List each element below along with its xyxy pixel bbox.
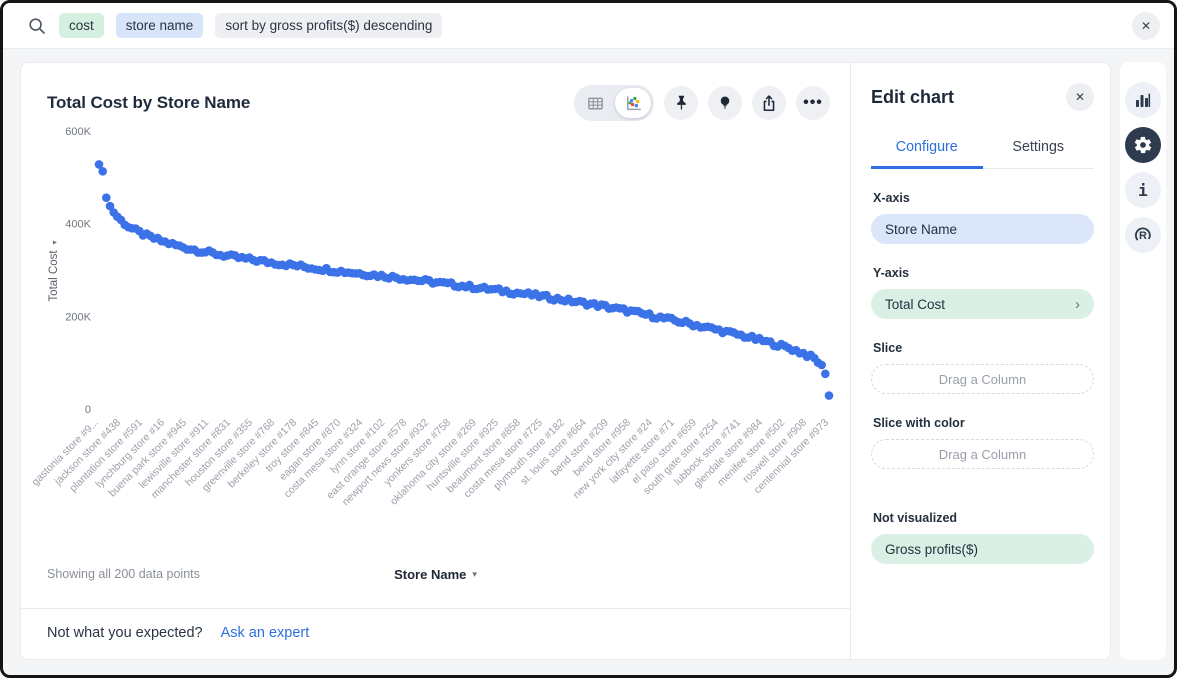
share-icon: [759, 93, 779, 113]
y-axis-title[interactable]: Total Cost▾: [48, 240, 60, 301]
info-icon: i: [1138, 181, 1148, 200]
x-axis-selector[interactable]: Store Name ▾: [394, 567, 477, 582]
field-label: Slice: [873, 341, 1094, 355]
chart-toolbar: •••: [574, 85, 830, 121]
search-icon: [27, 16, 47, 36]
chevron-down-icon: ▾: [472, 569, 477, 580]
pin-button[interactable]: [664, 86, 698, 120]
feedback-strip: Not what you expected? Ask an expert: [21, 608, 850, 659]
gear-icon: [1133, 135, 1153, 155]
data-point[interactable]: [102, 193, 111, 202]
search-clear-button[interactable]: ✕: [1132, 12, 1160, 40]
tab-configure[interactable]: Configure: [871, 129, 983, 169]
pin-icon: [671, 93, 691, 113]
panel-title: Edit chart: [871, 87, 954, 108]
share-button[interactable]: [752, 86, 786, 120]
scatter-plot-canvas[interactable]: 0200K400K600KTotal Cost▾gastonia store #…: [21, 121, 851, 561]
table-view-button[interactable]: [577, 88, 613, 118]
data-point[interactable]: [98, 167, 107, 176]
settings-rail-button[interactable]: [1125, 127, 1161, 163]
right-icon-rail: i R: [1120, 62, 1166, 660]
bar-chart-icon: [1134, 91, 1152, 109]
y-tick-label: 200K: [65, 311, 91, 323]
feedback-question: Not what you expected?: [47, 625, 203, 641]
table-icon: [586, 94, 605, 113]
lightbulb-icon: [715, 93, 735, 113]
column-drop-zone[interactable]: Drag a Column: [871, 439, 1094, 469]
field-label: Y-axis: [873, 266, 1094, 280]
view-toggle: [574, 85, 654, 121]
data-points-note: Showing all 200 data points: [47, 567, 200, 581]
ask-expert-link[interactable]: Ask an expert: [221, 625, 310, 641]
chart-view-button[interactable]: [615, 88, 651, 118]
panel-close-button[interactable]: ✕: [1066, 83, 1094, 111]
chart-rail-button[interactable]: [1125, 82, 1161, 118]
search-token[interactable]: store name: [116, 13, 204, 38]
chart-section: Total Cost by Store Name: [21, 63, 851, 659]
chart-footer: Showing all 200 data points Store Name ▾: [21, 561, 850, 587]
search-bar[interactable]: cost store name sort by gross profits($) d…: [3, 3, 1174, 49]
search-token[interactable]: sort by gross profits($) descending: [215, 13, 442, 38]
field-label: Slice with color: [873, 416, 1094, 430]
info-rail-button[interactable]: i: [1125, 172, 1161, 208]
r-analysis-rail-button[interactable]: R: [1125, 217, 1161, 253]
search-tokens[interactable]: cost store name sort by gross profits($) d…: [59, 13, 1120, 38]
data-point[interactable]: [821, 370, 830, 379]
data-point[interactable]: [825, 391, 834, 400]
y-tick-label: 400K: [65, 219, 91, 231]
field-label: X-axis: [873, 191, 1094, 205]
ellipsis-icon: •••: [803, 95, 823, 111]
edit-chart-panel: Edit chart ✕ ConfigureSettings X-axis Sto…: [851, 63, 1110, 659]
column-chip[interactable]: Store Name: [871, 214, 1094, 244]
chart-title: Total Cost by Store Name: [47, 93, 250, 113]
y-tick-label: 0: [85, 404, 91, 416]
app-window: cost store name sort by gross profits($) d…: [0, 0, 1177, 678]
insight-button[interactable]: [708, 86, 742, 120]
field-label: Not visualized: [873, 511, 1094, 525]
answer-card: Total Cost by Store Name: [20, 62, 1111, 660]
tab-settings[interactable]: Settings: [983, 129, 1095, 169]
column-drop-zone[interactable]: Drag a Column: [871, 364, 1094, 394]
search-token[interactable]: cost: [59, 13, 104, 38]
panel-tabs: ConfigureSettings: [871, 129, 1094, 169]
data-point[interactable]: [817, 361, 826, 370]
scatter-chart-icon: [624, 94, 643, 113]
chevron-right-icon: ›: [1075, 297, 1080, 312]
panel-fields: X-axis Store Name Y-axis Total Cost› Slice Dr…: [871, 191, 1094, 564]
y-tick-label: 600K: [65, 126, 91, 138]
column-chip[interactable]: Total Cost›: [871, 289, 1094, 319]
column-chip[interactable]: Gross profits($): [871, 534, 1094, 564]
more-button[interactable]: •••: [796, 86, 830, 120]
